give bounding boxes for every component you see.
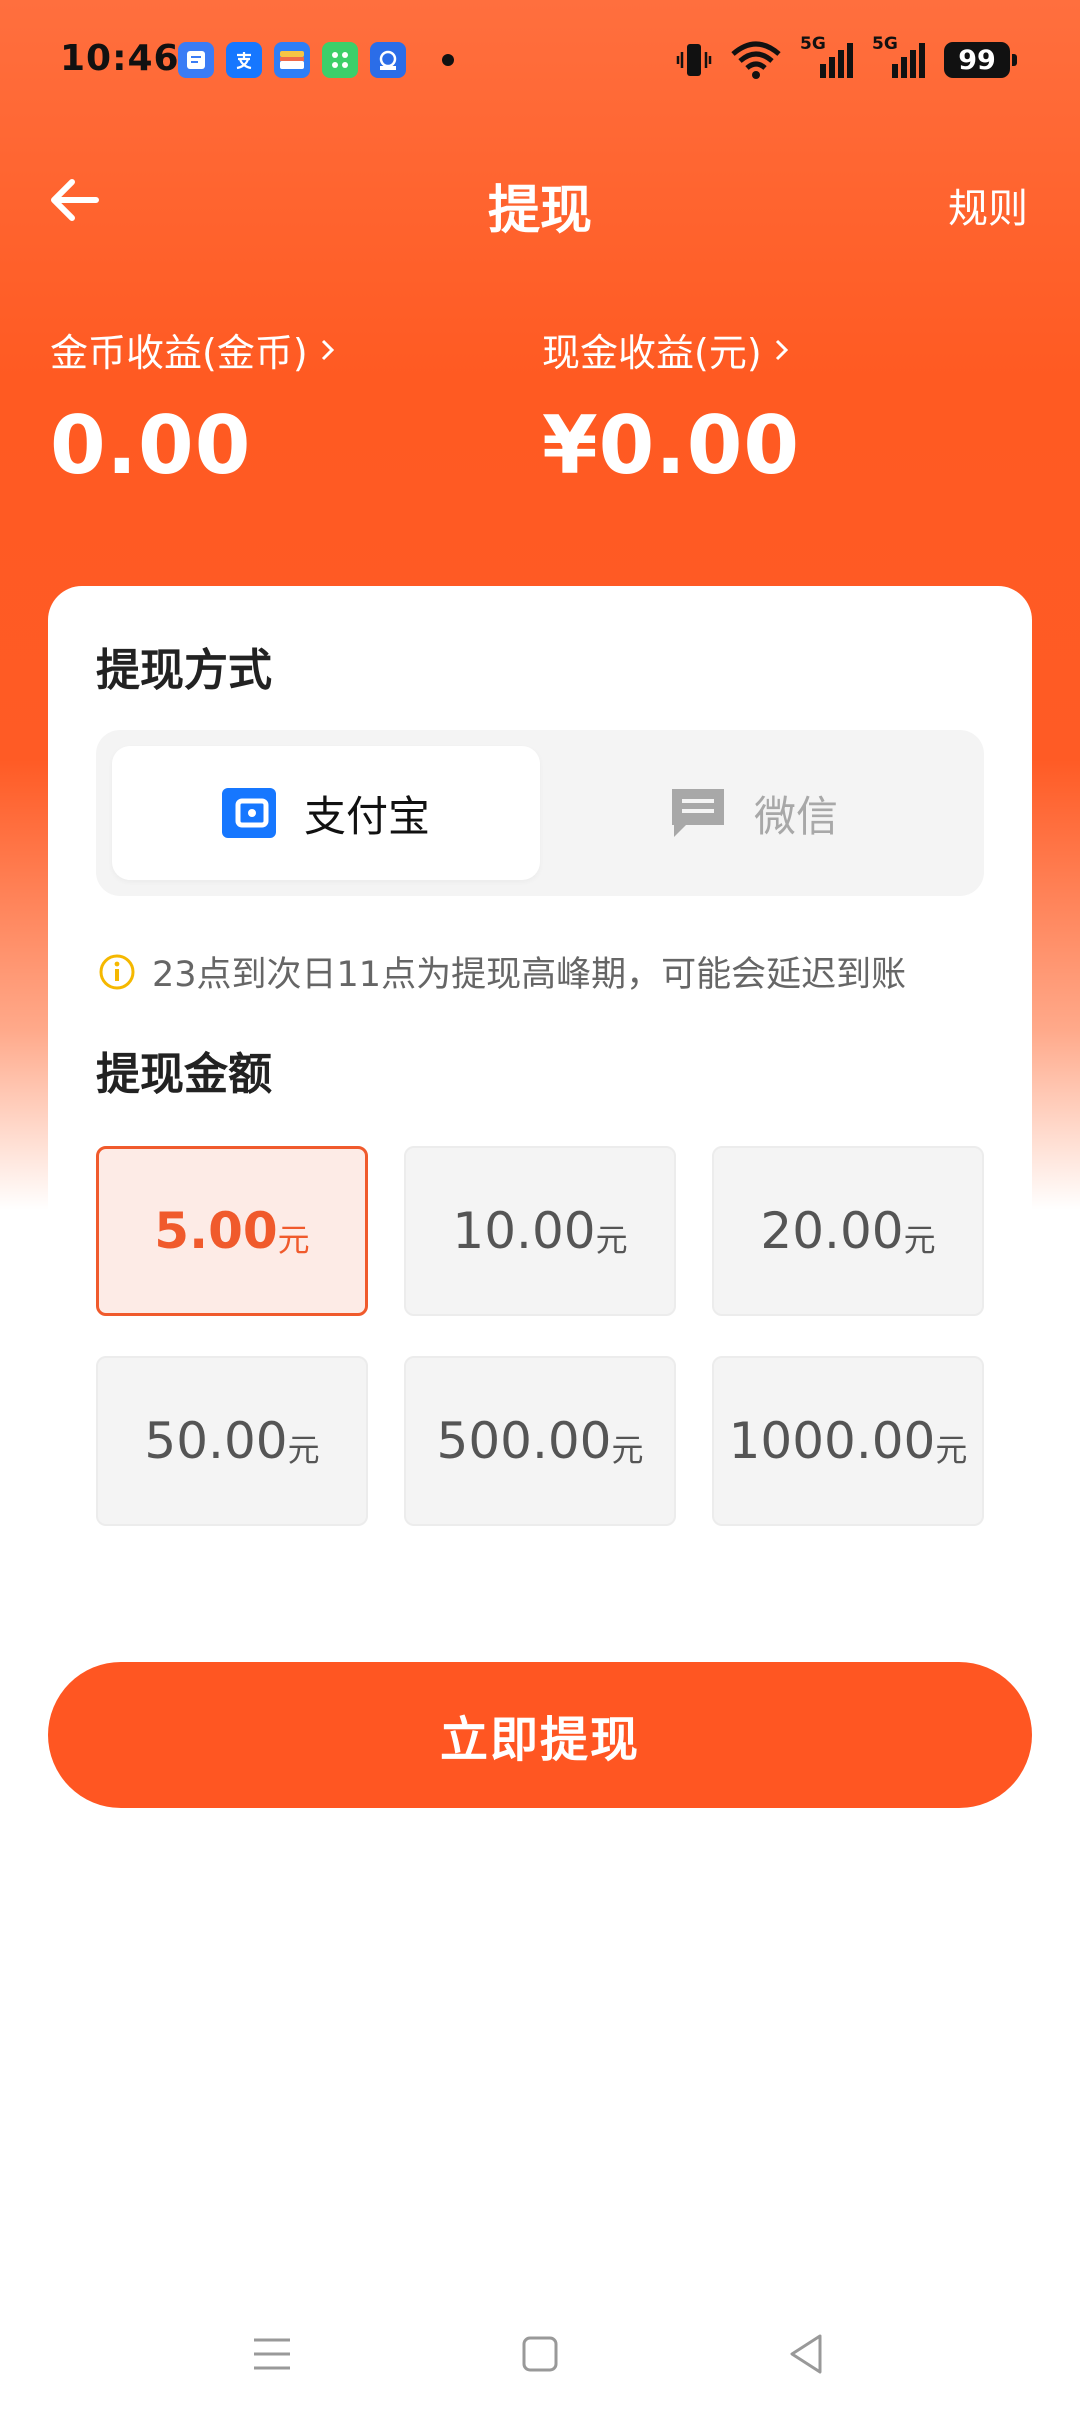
cash-balance-value: ¥0.00 (542, 399, 801, 492)
back-nav-button[interactable] (776, 2324, 836, 2384)
method-section-title: 提现方式 (96, 645, 272, 696)
amount-value: 1000.00 (728, 1412, 936, 1470)
notification-icons (178, 42, 454, 78)
note-app-icon (178, 42, 214, 78)
top-app-bar: 提现 规则 (0, 160, 1080, 241)
amount-unit: 元 (595, 1221, 628, 1259)
menu-icon (254, 2338, 290, 2370)
system-navigation-bar (0, 2300, 1080, 2412)
page-title: 提现 (487, 181, 592, 241)
wifi-icon (731, 41, 781, 79)
coin-balance-value: 0.00 (50, 399, 252, 492)
system-icons: 5G 5G 99 (676, 34, 1017, 80)
amount-option-10[interactable]: 10.00 元 (404, 1146, 676, 1316)
more-notifications-dot (442, 54, 454, 66)
wallet-icon (221, 788, 276, 838)
signal-icon-sim2: 5G (872, 34, 926, 80)
method-option-wechat[interactable]: 微信 (540, 746, 968, 880)
alipay-app-icon (226, 42, 262, 78)
info-icon (99, 954, 135, 989)
amount-option-1000[interactable]: 1000.00 元 (712, 1356, 984, 1526)
withdraw-notice: 23点到次日11点为提现高峰期，可能会延迟到账 (98, 946, 906, 997)
amount-options: 5.00 元 10.00 元 20.00 元 50.00 元 500.00 元 … (96, 1146, 984, 1526)
amount-option-500[interactable]: 500.00 元 (404, 1356, 676, 1526)
grid-app-icon (322, 42, 358, 78)
amount-value: 20.00 (760, 1202, 904, 1260)
chevron-right-icon (321, 339, 334, 360)
amount-unit: 元 (903, 1221, 936, 1259)
recent-apps-button[interactable] (242, 2324, 302, 2384)
chat-icon (671, 789, 724, 837)
method-option-alipay[interactable]: 支付宝 (112, 746, 540, 880)
method-label-wechat: 微信 (753, 791, 838, 841)
amount-value: 5.00 (154, 1202, 278, 1260)
battery-indicator: 99 (944, 42, 1017, 78)
amount-option-50[interactable]: 50.00 元 (96, 1356, 368, 1526)
amount-unit: 元 (611, 1431, 644, 1469)
status-time: 10:46 (60, 38, 180, 79)
amount-unit: 元 (287, 1431, 320, 1469)
rules-link[interactable]: 规则 (948, 176, 1028, 234)
amount-option-5[interactable]: 5.00 元 (96, 1146, 368, 1316)
coin-balance-label-row: 金币收益(金币) (50, 322, 340, 377)
person-app-icon (370, 42, 406, 78)
amount-unit: 元 (277, 1221, 310, 1259)
vibrate-icon (676, 44, 712, 76)
amount-value: 10.00 (452, 1202, 596, 1260)
amount-section-title: 提现金额 (96, 1049, 272, 1100)
coin-balance[interactable]: 金币收益(金币) 0.00 (50, 322, 340, 492)
square-icon (522, 2336, 558, 2372)
chevron-right-icon (775, 339, 788, 360)
amount-unit: 元 (935, 1431, 968, 1469)
cash-balance[interactable]: 现金收益(元) ¥0.00 (542, 322, 800, 492)
status-bar: 10:46 5G 5G 99 (0, 0, 1080, 125)
coin-balance-label: 金币收益(金币) (50, 331, 308, 375)
amount-option-20[interactable]: 20.00 元 (712, 1146, 984, 1316)
notice-text: 23点到次日11点为提现高峰期，可能会延迟到账 (152, 955, 907, 995)
wallet-app-icon (274, 42, 310, 78)
amount-value: 500.00 (436, 1412, 612, 1470)
home-button[interactable] (510, 2324, 570, 2384)
withdraw-now-button[interactable]: 立即提现 (48, 1662, 1032, 1808)
triangle-back-icon (790, 2334, 822, 2374)
withdraw-page: 10:46 5G 5G 99 提现 规则 金币收益(金币) 0.00 现金收益(… (0, 0, 1080, 2412)
cash-balance-label: 现金收益(元) (542, 331, 762, 375)
cash-balance-label-row: 现金收益(元) (542, 322, 800, 377)
amount-value: 50.00 (144, 1412, 288, 1470)
signal-icon-sim1: 5G (800, 34, 854, 80)
method-selector: 支付宝 微信 (96, 730, 984, 896)
method-label-alipay: 支付宝 (303, 791, 430, 841)
withdraw-card: 提现方式 支付宝 微信 23点到次日11点为提现高峰期，可能会延迟到账 提现金额… (48, 586, 1032, 1574)
